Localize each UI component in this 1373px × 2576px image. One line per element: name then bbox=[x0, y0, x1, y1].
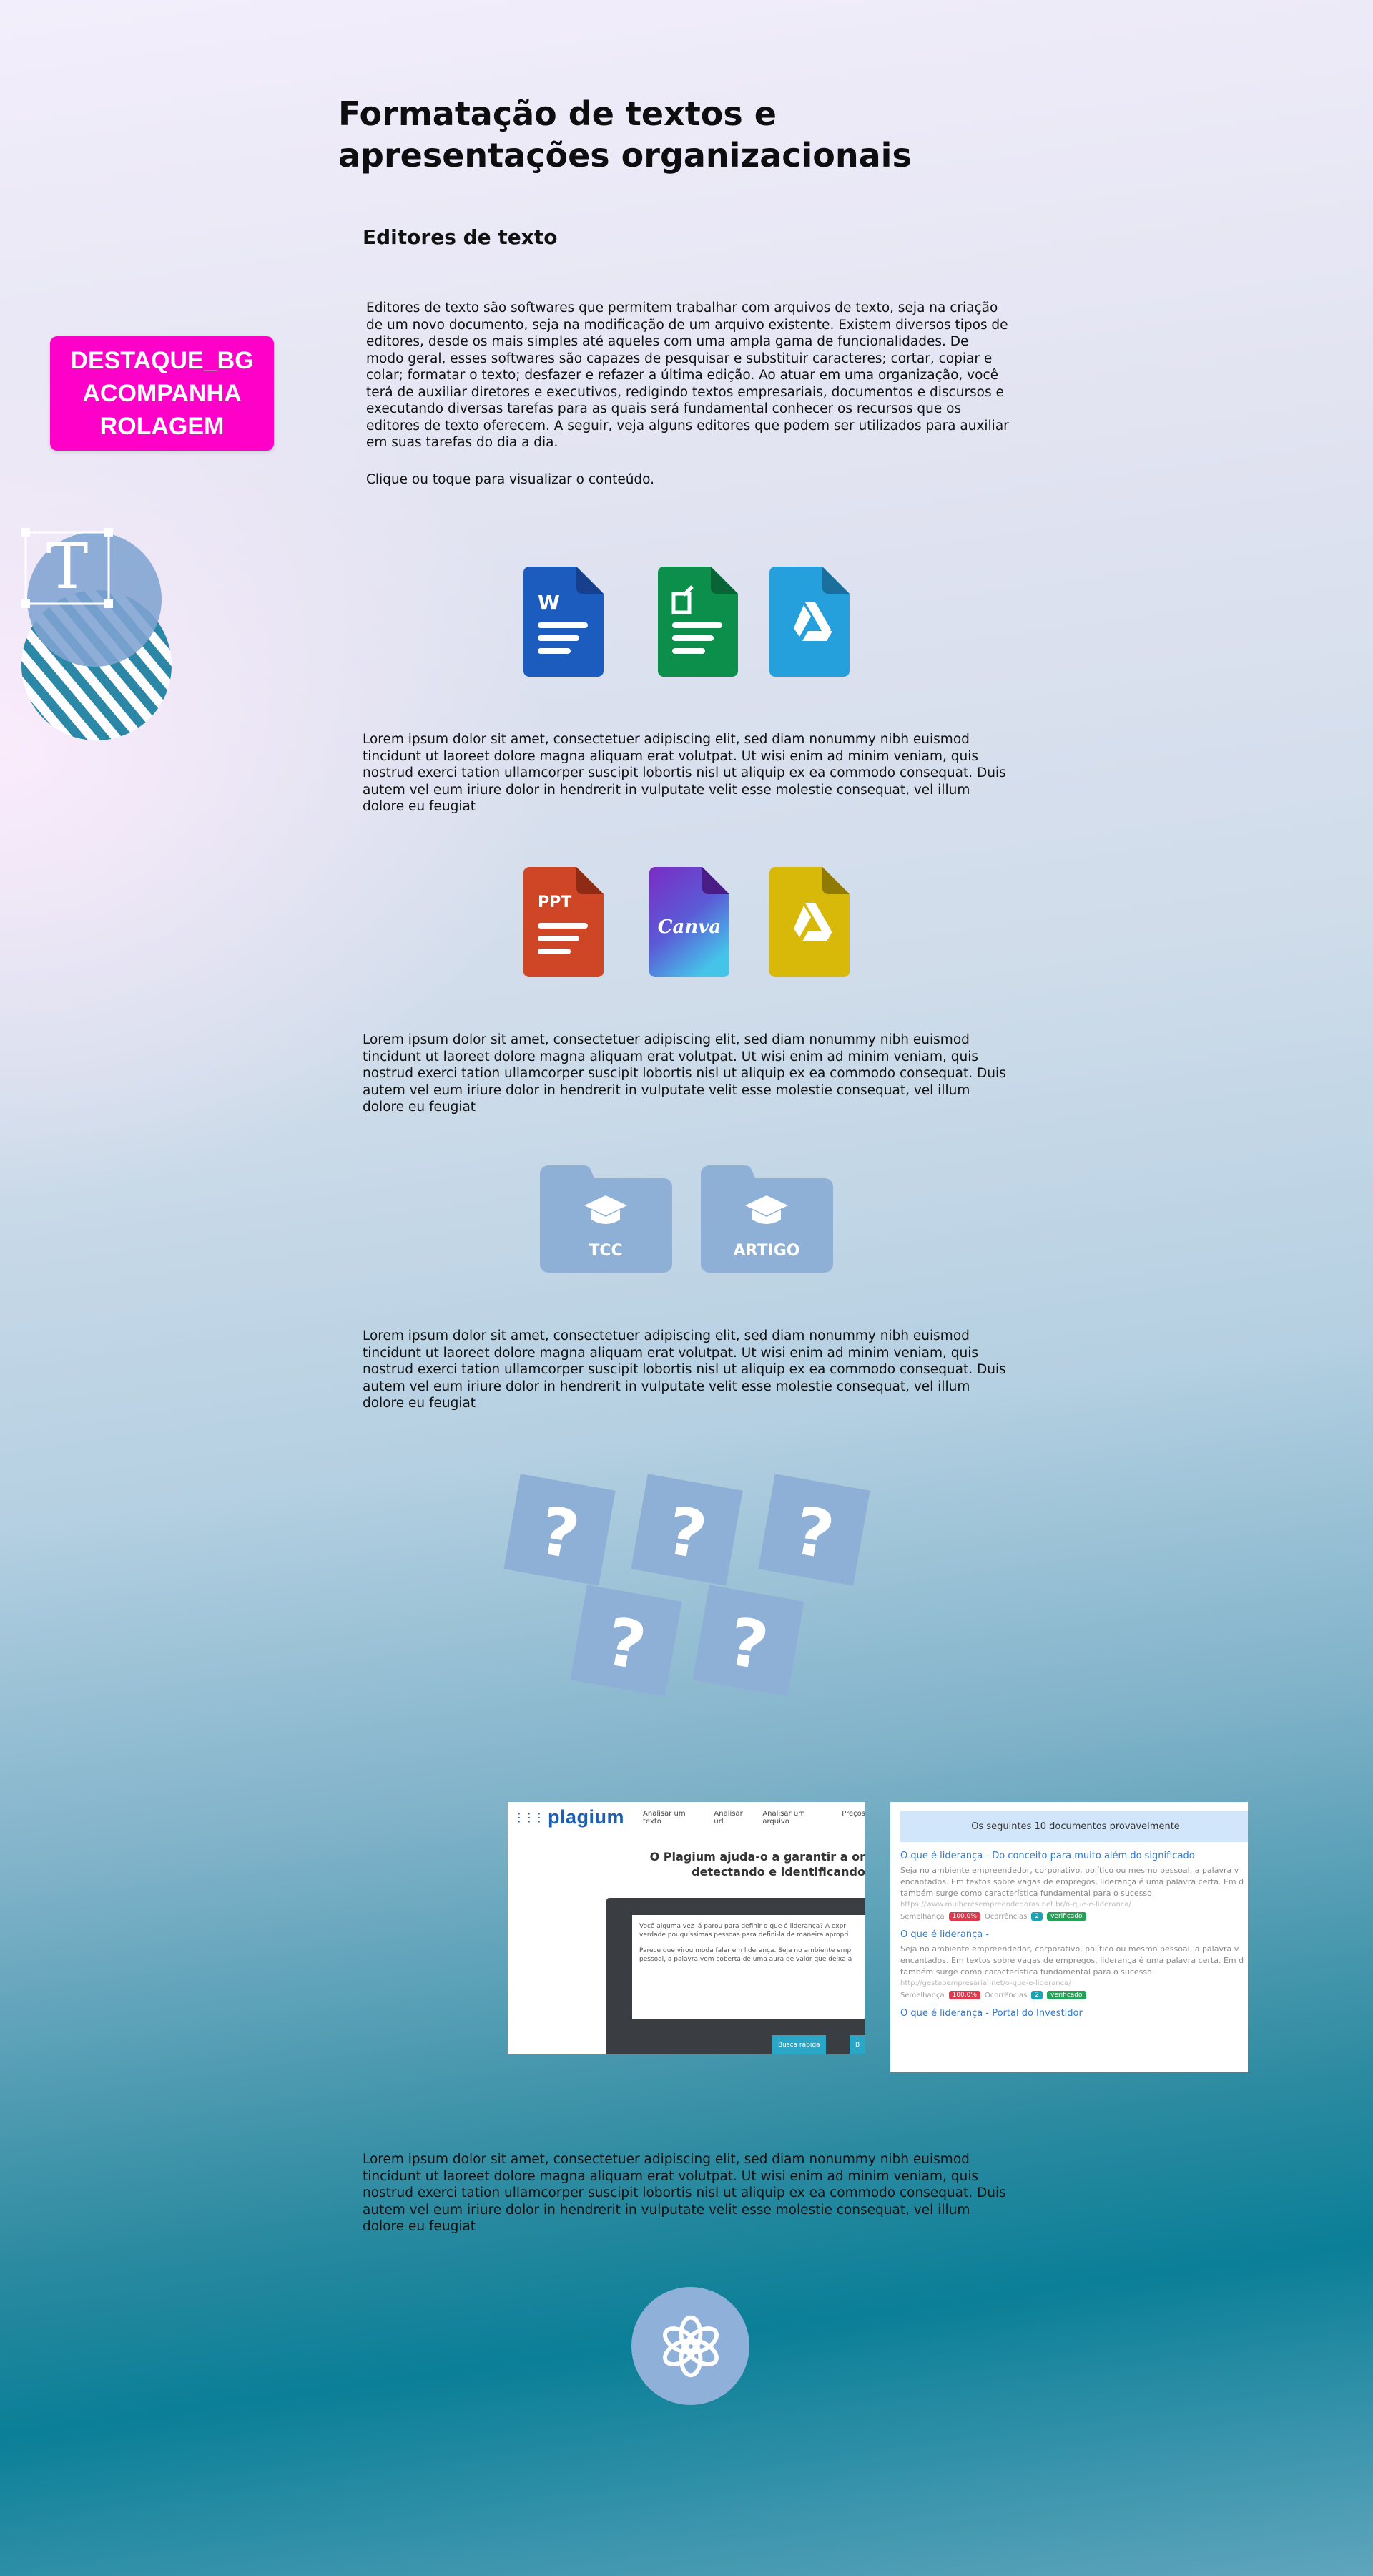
result-link[interactable]: O que é liderança - Portal do Investidor bbox=[900, 2008, 1248, 2019]
ai-assistant-button[interactable] bbox=[631, 2287, 749, 2405]
lorem-paragraph-1: Lorem ipsum dolor sit amet, consectetuer… bbox=[363, 732, 1006, 814]
result-snippet: Seja no ambiente empreendedor, corporati… bbox=[900, 1866, 1244, 1898]
google-drive-blue-icon[interactable] bbox=[769, 567, 850, 677]
question-card-icon[interactable]: ? bbox=[570, 1585, 682, 1697]
canva-label: Canva bbox=[658, 916, 721, 938]
page-title: Formatação de textos e apresentações org… bbox=[338, 94, 912, 175]
plagium-screenshot[interactable]: ⋮⋮⋮ plagium Analisar um texto Analisar u… bbox=[508, 1802, 865, 2054]
plagium-nav-item[interactable]: Analisar um texto bbox=[643, 1810, 705, 1826]
text-tool-illustration-icon: T bbox=[21, 528, 172, 740]
badge-line-2: ACOMPANHA bbox=[82, 380, 242, 407]
plagium-nav-item[interactable]: Analisar um arquivo bbox=[762, 1810, 833, 1826]
result-item: O que é liderança - Do conceito para mui… bbox=[900, 1851, 1248, 1921]
intro-paragraph: Editores de texto são softwares que perm… bbox=[366, 300, 1009, 450]
deep-search-button[interactable]: B bbox=[850, 2035, 865, 2054]
question-card-icon[interactable]: ? bbox=[503, 1474, 616, 1586]
question-card-icon[interactable]: ? bbox=[758, 1474, 870, 1586]
lorem-paragraph-4: Lorem ipsum dolor sit amet, consectetuer… bbox=[363, 2152, 1006, 2234]
canva-document-icon[interactable]: Canva bbox=[649, 867, 729, 977]
word-letter: W bbox=[538, 591, 560, 614]
results-header: Os seguintes 10 documentos provavelmente bbox=[900, 1811, 1248, 1842]
quick-search-button[interactable]: Busca rápida bbox=[772, 2035, 826, 2054]
lorem-paragraph-2: Lorem ipsum dolor sit amet, consectetuer… bbox=[363, 1032, 1006, 1115]
svg-text:T: T bbox=[46, 529, 89, 603]
section-subtitle: Editores de texto bbox=[363, 225, 558, 249]
result-url[interactable]: https://www.mulheresempreendedoras.net.b… bbox=[900, 1899, 1248, 1911]
highlight-badge: DESTAQUE_BG ACOMPANHA ROLAGEM bbox=[50, 336, 274, 451]
badge-line-1: DESTAQUE_BG bbox=[70, 347, 254, 374]
interaction-hint: Clique ou toque para visualizar o conteú… bbox=[366, 472, 655, 487]
tcc-folder-icon[interactable]: TCC bbox=[540, 1165, 672, 1273]
result-snippet: Seja no ambiente empreendedor, corporati… bbox=[900, 1944, 1244, 1977]
ppt-label: PPT bbox=[538, 893, 571, 911]
plagium-text-input[interactable]: Você alguma vez já parou para definir o … bbox=[632, 1915, 865, 2019]
plagium-editor-panel: Você alguma vez já parou para definir o … bbox=[606, 1898, 865, 2054]
question-card-icon[interactable]: ? bbox=[692, 1585, 804, 1697]
result-link[interactable]: O que é liderança - Do conceito para mui… bbox=[900, 1851, 1248, 1861]
occurrences-badge: 2 bbox=[1031, 1912, 1043, 1921]
artigo-folder-icon[interactable]: ARTIGO bbox=[701, 1165, 833, 1273]
plagium-headline: O Plagium ajuda-o a garantir a or detect… bbox=[649, 1850, 865, 1879]
badge-line-3: ROLAGEM bbox=[99, 413, 225, 440]
folder-artigo-label: ARTIGO bbox=[734, 1242, 800, 1260]
result-link[interactable]: O que é liderança - bbox=[900, 1929, 1248, 1940]
word-document-icon[interactable]: W bbox=[523, 567, 604, 677]
result-item: O que é liderança - Seja no ambiente emp… bbox=[900, 1929, 1248, 1999]
sheets-document-icon[interactable] bbox=[658, 567, 738, 677]
plagiarism-results-screenshot[interactable]: Os seguintes 10 documentos provavelmente… bbox=[890, 1802, 1248, 2072]
folder-tcc-label: TCC bbox=[589, 1242, 622, 1260]
result-item: O que é liderança - Portal do Investidor bbox=[900, 2008, 1248, 2019]
plagium-logo-dots-icon: ⋮⋮⋮ bbox=[513, 1811, 545, 1824]
google-drive-yellow-icon[interactable] bbox=[769, 867, 850, 977]
ppt-document-icon[interactable]: PPT bbox=[523, 867, 604, 977]
plagium-navbar: ⋮⋮⋮ plagium Analisar um texto Analisar u… bbox=[508, 1802, 865, 1833]
similarity-badge: 100.0% bbox=[948, 1912, 980, 1921]
status-badge: verificado bbox=[1047, 1912, 1086, 1921]
lorem-paragraph-3: Lorem ipsum dolor sit amet, consectetuer… bbox=[363, 1328, 1006, 1411]
similarity-badge: 100.0% bbox=[948, 1991, 980, 1999]
result-url[interactable]: http://gestaoempresarial.net/o-que-e-lid… bbox=[900, 1978, 1248, 1989]
plagium-nav-item[interactable]: Preços bbox=[842, 1810, 865, 1826]
plagium-nav-item[interactable]: Analisar url bbox=[714, 1810, 754, 1826]
occurrences-badge: 2 bbox=[1031, 1991, 1043, 1999]
question-card-icon[interactable]: ? bbox=[631, 1474, 743, 1586]
plagium-logo: plagium bbox=[548, 1806, 625, 1828]
openai-knot-icon bbox=[662, 2315, 719, 2377]
status-badge: verificado bbox=[1047, 1991, 1086, 1999]
